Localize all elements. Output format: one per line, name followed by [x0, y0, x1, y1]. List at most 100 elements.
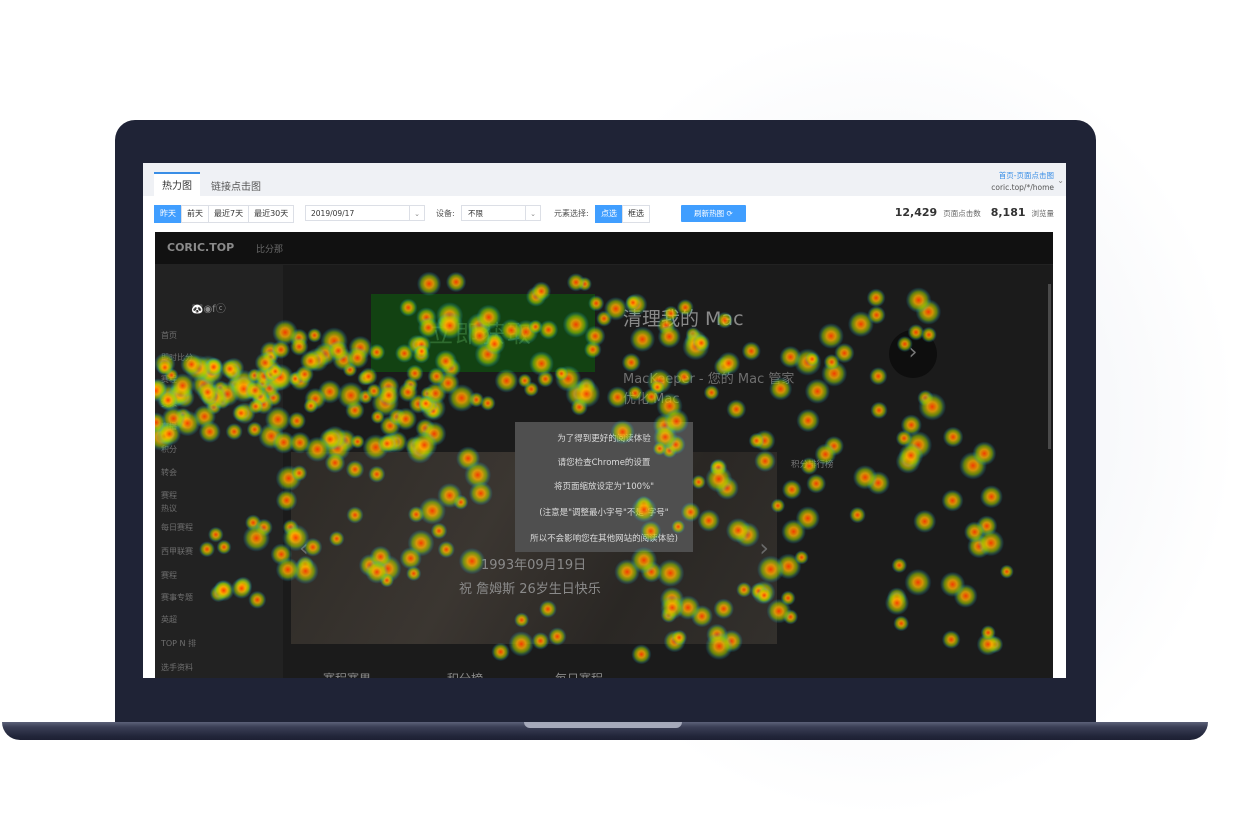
site-topnav: CORIC.TOP 比分那 [155, 232, 1053, 265]
heat-spot [537, 370, 554, 388]
chevron-down-icon[interactable]: ⌄ [525, 206, 540, 220]
social-icons: 🐼◉fⓒ [191, 304, 226, 315]
heat-spot [918, 392, 947, 421]
site-menu-item: 每日赛程 [161, 523, 193, 532]
zoom-notice-modal: 为了得到更好的阅读体验 请您检查Chrome的设置 将页面缩放设定为"100%"… [515, 422, 693, 552]
heat-spot [847, 311, 874, 338]
heat-spot [424, 382, 447, 405]
heat-spot [891, 557, 908, 574]
site-menu-item: 赛程 [161, 491, 177, 500]
heat-spot [915, 299, 942, 325]
heat-spot [379, 415, 401, 437]
heat-spot [818, 323, 844, 349]
clicks-label: 页面点击数 [943, 209, 981, 218]
heat-spot [402, 377, 419, 393]
heat-spot [289, 337, 309, 356]
laptop-notch [524, 722, 682, 728]
heat-spot [299, 350, 322, 372]
heat-spot [900, 414, 922, 436]
heat-spot [781, 519, 806, 544]
page-scrollbar[interactable] [1048, 284, 1051, 449]
heat-spot [317, 379, 342, 404]
heat-spot [905, 287, 932, 313]
site-menu-item: 赛程 [161, 571, 177, 580]
heat-spot [870, 401, 888, 419]
range-day-before-button[interactable]: 前天 [181, 205, 209, 223]
heat-spot [447, 384, 476, 412]
heat-spot [304, 387, 327, 410]
tab-heatmap[interactable]: 热力图 [154, 172, 200, 196]
site-menu-item: 首页 [161, 331, 177, 340]
modal-line: 将页面缩放设定为"100%" [553, 482, 655, 492]
site-menu-item: 英超 [161, 615, 177, 624]
heat-spot [577, 276, 592, 292]
date-range-group: 昨天 前天 最近7天 最近30天 [154, 205, 295, 223]
heat-spot [682, 333, 710, 361]
heat-spot [565, 380, 593, 408]
views-label: 浏览量 [1031, 209, 1055, 218]
heat-spot [445, 271, 467, 293]
device-select[interactable]: 不限 ⌄ [461, 205, 541, 221]
ad-headline: 清理我的 Mac [623, 308, 744, 330]
heat-spot [287, 411, 306, 430]
modal-line: (注意是"调整最小字号"不是"字号" [539, 508, 669, 518]
heat-spot [380, 432, 401, 453]
heat-spot [967, 534, 991, 559]
site-menu-item: 赛果 [161, 399, 177, 408]
tab-link-click[interactable]: 链接点击图 [211, 178, 261, 193]
heat-spot [394, 407, 418, 431]
heat-spot [358, 389, 373, 405]
heat-spot [320, 327, 348, 355]
heat-spot [333, 429, 357, 453]
range-yesterday-button[interactable]: 昨天 [154, 205, 182, 223]
page-selector[interactable]: 首页-页面点击图 coric.top/*/home ⌄ [991, 170, 1064, 192]
heat-spot [684, 329, 707, 353]
device-label: 设备: [436, 209, 455, 218]
heat-spot [794, 348, 822, 376]
chevron-right-icon: › [889, 330, 937, 378]
heat-spot [917, 389, 934, 407]
element-select-label: 元素选择: [554, 209, 589, 218]
heat-spot [425, 403, 442, 420]
range-30days-button[interactable]: 最近30天 [248, 205, 295, 223]
site-menu-item: 选手资料 [161, 663, 193, 672]
site-subnav: 比分那 [256, 245, 284, 255]
heat-spot [313, 342, 337, 366]
heat-spot [867, 305, 886, 325]
heat-spot [327, 340, 349, 362]
heat-spot [288, 371, 303, 386]
chevron-down-icon[interactable]: ⌄ [409, 206, 424, 220]
date-value: 2019/09/17 [311, 209, 355, 218]
heat-spot [289, 369, 311, 391]
date-picker[interactable]: 2019/09/17 ⌄ [305, 205, 425, 221]
heat-spot [796, 408, 820, 433]
heat-spot [468, 392, 484, 408]
heat-spot [940, 571, 966, 597]
heat-spot [834, 343, 855, 364]
refresh-icon: ⟳ [726, 209, 733, 218]
heat-spot [377, 434, 397, 453]
toolbar: 昨天 前天 最近7天 最近30天 2019/09/17 ⌄ 设备: 不限 ⌄ 元… [143, 196, 1066, 232]
heat-spot [775, 553, 802, 580]
heat-spot [866, 288, 886, 308]
refresh-heatmap-button[interactable]: 刷新热图 ⟳ [681, 205, 746, 222]
heat-spot [418, 395, 438, 415]
heat-spot [345, 400, 365, 420]
heat-spot [941, 489, 964, 512]
heat-spot [370, 409, 385, 424]
clicks-count: 12,429 [894, 206, 938, 219]
element-select-group: 点选 框选 [595, 205, 650, 223]
captured-page: CORIC.TOP 比分那 🐼◉fⓒ 首页 即时比分 赛程 赛果 直播 积分 转… [155, 232, 1053, 678]
heat-spot [976, 515, 998, 537]
heat-spot [517, 373, 532, 388]
heat-spot [572, 380, 601, 408]
element-box-button[interactable]: 框选 [622, 205, 650, 223]
site-logo: CORIC.TOP [167, 241, 235, 254]
element-click-button[interactable]: 点选 [595, 205, 623, 223]
heat-spot [823, 354, 840, 371]
heat-spot [804, 351, 820, 367]
heat-spot [824, 436, 844, 456]
range-7days-button[interactable]: 最近7天 [208, 205, 250, 223]
heat-spot [420, 386, 435, 401]
heat-spot [577, 377, 596, 396]
